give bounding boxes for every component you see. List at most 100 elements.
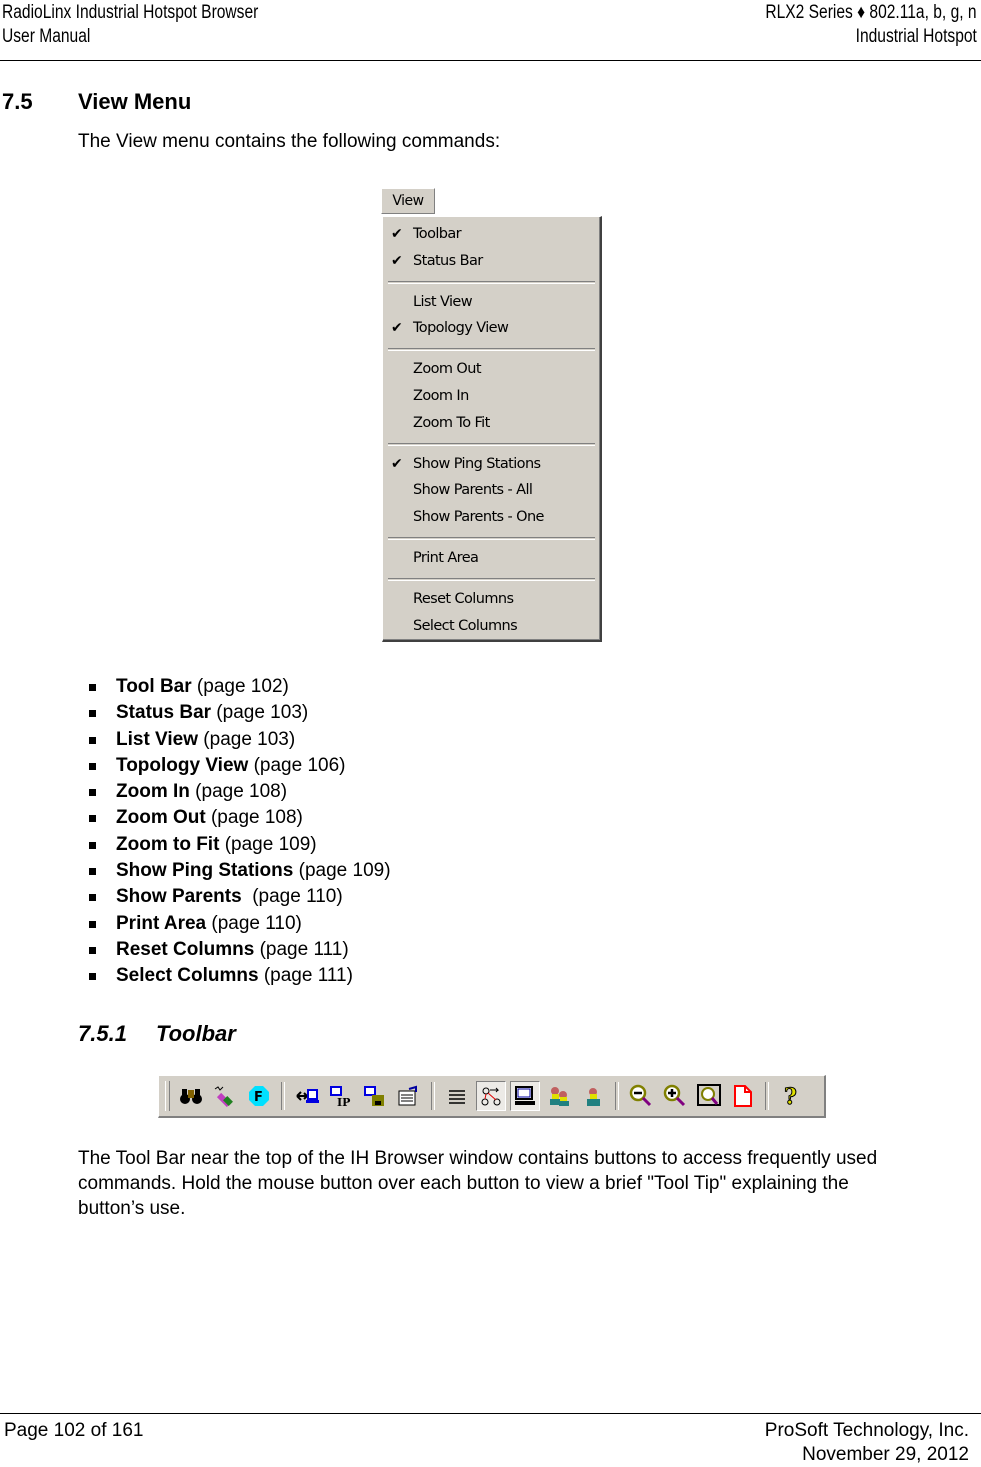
command-name: Topology View xyxy=(116,754,249,776)
menu-item-label: Zoom Out xyxy=(413,361,482,378)
list-item: Print Area (page 110) xyxy=(89,913,391,939)
bullet-icon xyxy=(89,973,96,981)
menu-item[interactable]: Print Area xyxy=(383,545,600,572)
list-item: Topology View (page 106) xyxy=(89,755,391,781)
footer-date: November 29, 2012 xyxy=(802,1444,969,1465)
toolbar-separator xyxy=(431,1082,435,1110)
command-name: Reset Columns xyxy=(116,938,255,960)
command-name: List View xyxy=(116,728,199,750)
menu-item-label: Print Area xyxy=(413,549,479,566)
page-reference[interactable]: (page 110) xyxy=(206,913,302,934)
list-view-icon xyxy=(442,1081,472,1111)
toolbar-description: The Tool Bar near the top of the IH Brow… xyxy=(78,1148,878,1219)
list-item: Zoom to Fit (page 109) xyxy=(89,834,391,860)
checkmark-icon: ✔ xyxy=(391,455,403,472)
list-item: List View (page 103) xyxy=(89,729,391,755)
page-reference[interactable]: (page 109) xyxy=(293,860,391,881)
menu-item[interactable]: Zoom Out xyxy=(383,356,600,383)
connect-computer-icon xyxy=(292,1081,322,1111)
page-reference[interactable]: (page 111) xyxy=(259,965,353,986)
menu-item-label: Zoom To Fit xyxy=(413,414,490,431)
menu-item[interactable]: Zoom To Fit xyxy=(383,410,600,437)
command-list: Tool Bar (page 102) Status Bar (page 103)… xyxy=(89,676,391,992)
command-name: Zoom to Fit xyxy=(116,833,220,855)
checkmark-icon: ✔ xyxy=(391,320,403,337)
topology-view-icon xyxy=(476,1081,506,1111)
toolbar-grip xyxy=(165,1081,170,1111)
page-reference[interactable]: (page 110) xyxy=(247,886,343,907)
footer-company: ProSoft Technology, Inc. xyxy=(764,1420,969,1441)
menu-item[interactable]: ✔ Status Bar xyxy=(383,248,600,275)
bullet-icon xyxy=(89,841,96,849)
section-number: 7.5 xyxy=(2,89,33,114)
menu-item[interactable]: Show Parents - One xyxy=(383,504,600,531)
list-item: Reset Columns (page 111) xyxy=(89,939,391,965)
menu-item[interactable]: Reset Columns xyxy=(383,586,600,613)
bullet-icon xyxy=(89,868,96,876)
bullet-icon xyxy=(89,789,96,797)
menu-item[interactable]: Select Columns xyxy=(383,613,600,640)
bullet-icon xyxy=(89,946,96,954)
page-reference[interactable]: (page 103) xyxy=(198,729,295,750)
command-name: Show Ping Stations xyxy=(116,860,294,882)
command-name: Print Area xyxy=(116,912,207,934)
page-reference[interactable]: (page 103) xyxy=(211,702,308,723)
section-intro: The View menu contains the following com… xyxy=(78,131,501,152)
zoom-out-icon xyxy=(626,1081,656,1111)
list-item: Select Columns (page 111) xyxy=(89,965,391,991)
view-menu-dropdown: ✔ Toolbar ✔ Status Bar List View ✔ Topology Vi… xyxy=(382,216,602,642)
subsection-title: Toolbar xyxy=(156,1021,236,1046)
menu-item-label: Show Ping Stations xyxy=(413,455,541,472)
list-item: Show Ping Stations (page 109) xyxy=(89,860,391,886)
menu-item[interactable]: ✔ Show Ping Stations xyxy=(383,451,600,478)
bullet-icon xyxy=(89,710,96,718)
page-reference[interactable]: (page 106) xyxy=(248,755,346,776)
wireless-probe-icon xyxy=(210,1081,240,1111)
bullet-icon xyxy=(89,920,96,928)
toolbar-separator xyxy=(765,1082,769,1110)
page-reference[interactable]: (page 108) xyxy=(190,781,287,802)
menu-item[interactable]: List View xyxy=(383,289,600,316)
menu-item[interactable]: Show Parents - All xyxy=(383,477,600,504)
list-item: Show Parents (page 110) xyxy=(89,886,391,912)
menu-item[interactable]: ✔ Topology View xyxy=(383,315,600,342)
subsection-number: 7.5.1 xyxy=(78,1021,127,1046)
svg-text:F: F xyxy=(254,1090,263,1105)
menu-separator xyxy=(388,536,595,540)
menu-item[interactable]: Zoom In xyxy=(383,383,600,410)
toolbar-separator xyxy=(281,1082,285,1110)
command-name: Status Bar xyxy=(116,702,212,724)
command-name: Tool Bar xyxy=(116,676,192,697)
svg-text:?: ? xyxy=(784,1084,797,1108)
menu-separator xyxy=(388,577,595,581)
menu-item[interactable]: ✔ Toolbar xyxy=(383,221,600,248)
checkmark-icon: ✔ xyxy=(391,252,403,269)
page-reference[interactable]: (page 109) xyxy=(219,834,317,855)
list-item: Zoom Out (page 108) xyxy=(89,807,391,833)
menu-separator xyxy=(388,442,595,446)
binoculars-icon xyxy=(176,1081,206,1111)
f-octagon-icon: F xyxy=(244,1081,274,1111)
view-menu-button[interactable]: View xyxy=(381,188,435,214)
menu-item-label: Toolbar xyxy=(413,226,462,242)
section-title: View Menu xyxy=(78,89,192,114)
help-icon: ? xyxy=(776,1081,806,1111)
show-parents-all-icon xyxy=(544,1081,574,1111)
command-name: Select Columns xyxy=(116,965,259,987)
page-reference[interactable]: (page 102) xyxy=(192,676,289,697)
show-parents-one-icon xyxy=(578,1081,608,1111)
command-name: Zoom In xyxy=(116,781,190,803)
menu-item-label: Topology View xyxy=(413,320,509,337)
subsection-heading: 7.5.1 Toolbar xyxy=(78,1021,236,1047)
menu-item-label: Show Parents - All xyxy=(413,482,533,499)
zoom-to-fit-icon xyxy=(694,1081,724,1111)
list-item: Zoom In (page 108) xyxy=(89,781,391,807)
page-reference[interactable]: (page 111) xyxy=(254,939,349,960)
computer-view-icon xyxy=(510,1081,540,1111)
header-category: Industrial Hotspot xyxy=(855,26,977,47)
header-series: RLX2 Series ♦ 802.11a, b, g, n xyxy=(765,2,977,23)
header-doc-type: User Manual xyxy=(2,26,91,47)
menu-item-label: Reset Columns xyxy=(413,590,514,607)
list-item: Status Bar (page 103) xyxy=(89,702,391,728)
page-reference[interactable]: (page 108) xyxy=(206,807,303,828)
